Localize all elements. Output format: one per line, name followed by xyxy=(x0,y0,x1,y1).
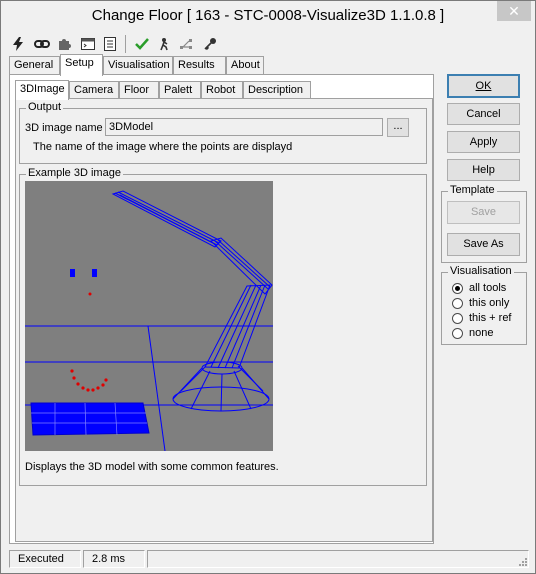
radio-label: all tools xyxy=(469,282,507,294)
link-icon[interactable] xyxy=(33,35,51,53)
ok-button[interactable]: OK xyxy=(447,74,520,98)
tab-camera[interactable]: Camera xyxy=(69,81,119,99)
radio-label: this + ref xyxy=(469,312,512,324)
save-as-button[interactable]: Save As xyxy=(447,233,520,256)
status-bar: Executed 2.8 ms xyxy=(9,550,529,568)
radio-label: none xyxy=(469,327,494,339)
checkmark-icon[interactable] xyxy=(133,35,151,53)
document-list-icon[interactable] xyxy=(101,35,119,53)
title-bar[interactable]: Change Floor [ 163 - STC-0008-Visualize3… xyxy=(1,1,535,31)
tab-results[interactable]: Results xyxy=(173,56,226,75)
tab-floor[interactable]: Floor xyxy=(119,81,159,99)
help-button[interactable]: Help xyxy=(447,159,520,181)
output-group: Output xyxy=(19,101,427,164)
radio-this-only[interactable]: this only xyxy=(452,296,509,310)
network-icon[interactable] xyxy=(177,35,195,53)
visualisation-legend: Visualisation xyxy=(448,265,514,277)
tab-3dimage[interactable]: 3DImage xyxy=(15,80,69,100)
console-icon[interactable] xyxy=(79,35,97,53)
radio-button[interactable] xyxy=(452,282,463,294)
tab-description[interactable]: Description xyxy=(243,81,311,99)
image-name-label: 3D image name xyxy=(25,122,103,134)
toolbar-separator xyxy=(125,35,126,53)
close-button[interactable]: ✕ xyxy=(497,1,531,21)
lightning-icon[interactable] xyxy=(9,35,27,53)
status-time: 2.8 ms xyxy=(83,550,145,568)
radio-all-tools[interactable]: all tools xyxy=(452,281,506,295)
example-3d-image xyxy=(25,181,273,452)
radio-label: this only xyxy=(469,297,510,309)
tab-robot[interactable]: Robot xyxy=(201,81,243,99)
save-button[interactable]: Save xyxy=(447,201,520,224)
apply-button[interactable]: Apply xyxy=(447,131,520,153)
tab-general[interactable]: General xyxy=(9,56,60,75)
3d-model-render xyxy=(25,181,273,452)
radio-button[interactable] xyxy=(452,327,463,339)
resize-grip-icon[interactable] xyxy=(517,556,527,566)
browse-button[interactable]: ... xyxy=(387,118,409,137)
image-name-field[interactable]: 3DModel xyxy=(105,118,383,136)
output-legend: Output xyxy=(26,101,64,113)
radio-this-plus-ref[interactable]: this + ref xyxy=(452,311,512,325)
cancel-button[interactable]: Cancel xyxy=(447,103,520,125)
window-title: Change Floor [ 163 - STC-0008-Visualize3… xyxy=(91,7,445,24)
tab-setup[interactable]: Setup xyxy=(60,54,103,76)
example-legend: Example 3D image xyxy=(26,167,123,179)
image-name-description: The name of the image where the points a… xyxy=(33,141,293,153)
toolbar xyxy=(7,33,527,53)
visualisation-group: Visualisation all tools this only this +… xyxy=(441,265,527,345)
radio-button[interactable] xyxy=(452,312,463,324)
tab-about[interactable]: About xyxy=(226,56,264,75)
tab-palett[interactable]: Palett xyxy=(159,81,201,99)
status-empty xyxy=(147,550,529,568)
run-icon[interactable] xyxy=(155,35,173,53)
key-icon[interactable] xyxy=(201,35,219,53)
status-state: Executed xyxy=(9,550,81,568)
puzzle-icon[interactable] xyxy=(55,35,73,53)
example-caption: Displays the 3D model with some common f… xyxy=(25,461,279,473)
radio-none[interactable]: none xyxy=(452,326,493,340)
dialog-window: Change Floor [ 163 - STC-0008-Visualize3… xyxy=(0,0,536,574)
radio-button[interactable] xyxy=(452,297,463,309)
template-legend: Template xyxy=(448,184,497,196)
tab-visualisation[interactable]: Visualisation xyxy=(103,56,173,75)
